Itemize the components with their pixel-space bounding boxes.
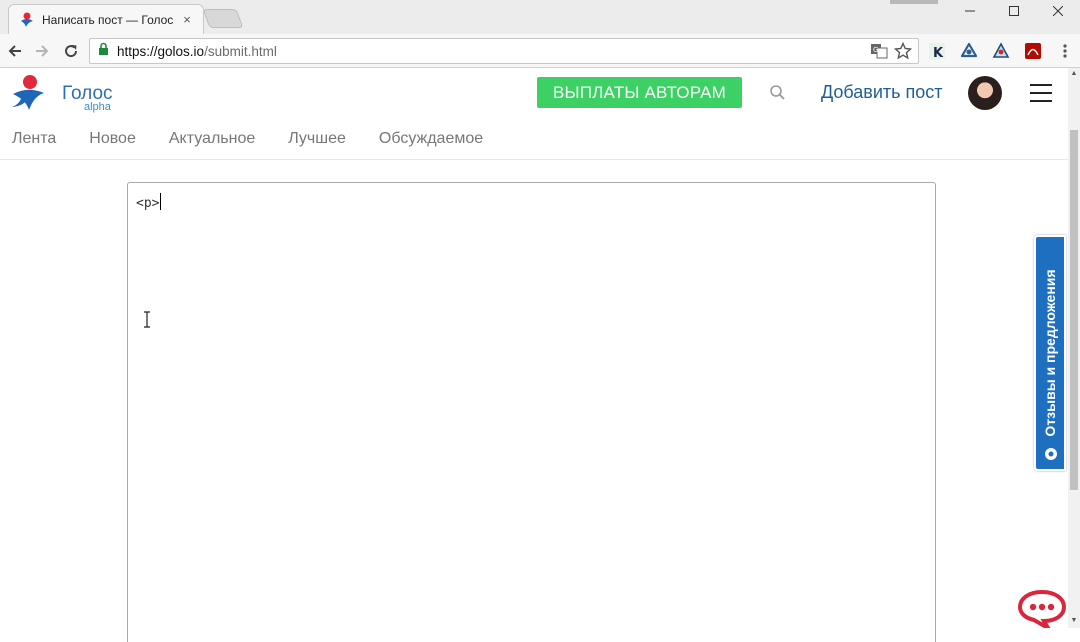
text-cursor-icon (143, 311, 151, 328)
browser-menu-icon[interactable] (1054, 40, 1076, 62)
new-tab-button[interactable] (202, 9, 244, 28)
nav-item-discussed[interactable]: Обсуждаемое (379, 130, 483, 148)
extension-ring-icon[interactable] (958, 40, 980, 62)
browser-toolbar: https://golos.io/submit.html G K (0, 34, 1080, 68)
svg-text:G: G (873, 46, 878, 54)
nav-item-best[interactable]: Лучшее (288, 130, 346, 148)
arrow-left-icon[interactable] (3, 39, 27, 63)
nav-item-new[interactable]: Новое (89, 130, 136, 148)
feed-nav: Лента Новое Актуальное Лучшее Обсуждаемо… (0, 118, 1068, 160)
text-caret (160, 193, 162, 210)
close-window-icon[interactable] (1036, 0, 1080, 22)
scroll-up-icon[interactable]: ▲ (1070, 70, 1078, 78)
browser-titlebar: Написать пост — Голос × (0, 0, 1080, 34)
lock-icon (98, 42, 109, 60)
url-text: https://golos.io/submit.html (117, 44, 277, 59)
brand-subtitle: alpha (84, 101, 111, 113)
editor-content: <p> (136, 196, 160, 211)
arrow-right-icon[interactable] (30, 39, 54, 63)
url-path: /submit.html (204, 43, 277, 59)
profile-indicator (890, 0, 938, 4)
reload-icon[interactable] (59, 39, 83, 63)
window-controls (948, 0, 1080, 22)
tab-title: Написать пост — Голос (42, 12, 174, 27)
search-icon[interactable] (768, 83, 788, 103)
browser-tab[interactable]: Написать пост — Голос × (8, 4, 204, 34)
tab-close-icon[interactable]: × (179, 12, 195, 27)
site-header: Голос alpha ВЫПЛАТЫ АВТОРАМ Добавить пос… (0, 68, 1068, 118)
extension-k-icon[interactable]: K (926, 40, 948, 62)
page-content: Голос alpha ВЫПЛАТЫ АВТОРАМ Добавить пос… (0, 68, 1068, 642)
post-editor[interactable]: <p> (127, 182, 936, 642)
avatar[interactable] (968, 76, 1002, 110)
minimize-icon[interactable] (948, 0, 992, 22)
translate-icon[interactable]: G (870, 42, 888, 65)
payout-button[interactable]: ВЫПЛАТЫ АВТОРАМ (537, 77, 742, 108)
scroll-thumb[interactable] (1070, 130, 1078, 490)
golos-logo-icon[interactable] (10, 74, 48, 112)
nav-item-hot[interactable]: Актуальное (169, 130, 255, 148)
svg-text:K: K (933, 46, 944, 60)
maximize-icon[interactable] (992, 0, 1036, 22)
hamburger-icon[interactable] (1030, 83, 1052, 103)
chat-bubble-icon[interactable] (1017, 588, 1067, 634)
golos-favicon-icon (19, 12, 35, 28)
add-post-link[interactable]: Добавить пост (821, 82, 943, 103)
extension-pdf-icon[interactable] (1022, 40, 1044, 62)
url-host: https://golos.io (117, 43, 205, 59)
extension-triangle-icon[interactable] (990, 40, 1012, 62)
nav-item-feed[interactable]: Лента (12, 130, 56, 148)
page-scrollbar[interactable]: ▲ ▼ (1068, 68, 1080, 628)
feedback-label: Отзывы и предложения (1042, 269, 1058, 437)
address-bar[interactable]: https://golos.io/submit.html G (89, 38, 919, 64)
star-icon[interactable] (893, 41, 913, 65)
feedback-tab[interactable]: Отзывы и предложения (1034, 235, 1066, 471)
feedback-bubble-icon (1044, 447, 1058, 461)
scroll-down-icon[interactable]: ▼ (1070, 617, 1078, 625)
